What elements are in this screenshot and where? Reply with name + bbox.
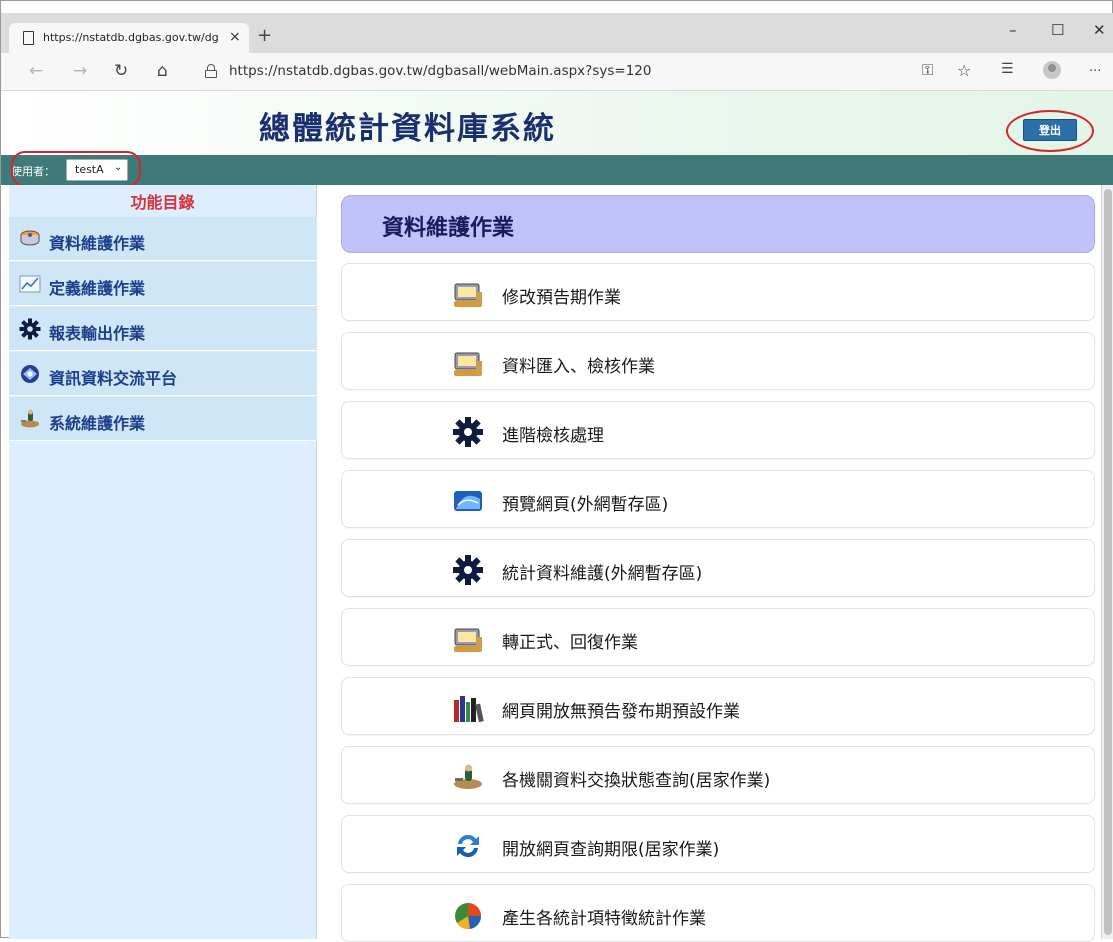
- logout-button[interactable]: 登出: [1023, 119, 1077, 141]
- database-icon: [20, 230, 40, 246]
- exchange-icon: [454, 764, 482, 789]
- scrollbar-thumb[interactable]: [1104, 189, 1112, 935]
- page-icon: [23, 31, 34, 45]
- tab-close-icon[interactable]: ×: [229, 29, 241, 45]
- browser-window: https://nstatdb.dgbas.gov.tw/dg × + – ☐ …: [0, 0, 1113, 942]
- menu-item-label: 產生各統計項特徵統計作業: [502, 909, 706, 929]
- sidebar-item-label: 定義維護作業: [49, 279, 146, 298]
- line-chart-icon: [19, 275, 41, 293]
- menu-item-advanced-check[interactable]: 進階檢核處理: [341, 401, 1095, 459]
- page-title: 總體統計資料庫系統: [259, 111, 556, 147]
- address-bar: ← → ↻ ⌂ https://nstatdb.dgbas.gov.tw/dgb…: [1, 53, 1113, 91]
- computer-icon: [454, 352, 482, 376]
- sidebar-item-label: 資訊資料交流平台: [49, 369, 178, 388]
- user-bar: 使用者： testA ⌄: [1, 155, 1113, 185]
- menu-item-exchange-status-query[interactable]: 各機關資料交換狀態查詢(居家作業): [341, 746, 1095, 804]
- minimize-icon[interactable]: –: [1009, 21, 1017, 39]
- menu-item-generate-feature-stats[interactable]: 產生各統計項特徵統計作業: [341, 884, 1095, 942]
- user-label: 使用者：: [11, 165, 55, 178]
- user-select[interactable]: testA ⌄: [66, 159, 128, 181]
- url-field[interactable]: https://nstatdb.dgbas.gov.tw/dgbasall/we…: [229, 63, 651, 79]
- menu-item-data-import-check[interactable]: 資料匯入、檢核作業: [341, 332, 1095, 390]
- back-icon[interactable]: ←: [29, 61, 43, 81]
- menu-item-label: 預覽網頁(外網暫存區): [502, 495, 669, 515]
- menu-item-preview-web[interactable]: 預覽網頁(外網暫存區): [341, 470, 1095, 528]
- home-icon[interactable]: ⌂: [157, 61, 168, 81]
- sidebar-item-label: 報表輸出作業: [49, 324, 146, 343]
- maximize-icon[interactable]: ☐: [1051, 21, 1064, 39]
- user-select-value: testA: [75, 163, 104, 176]
- sidebar-item-label: 系統維護作業: [49, 414, 146, 433]
- menu-item-label: 開放網頁查詢期限(居家作業): [502, 840, 720, 860]
- gear-icon: [453, 555, 483, 585]
- menu-item-open-query-period[interactable]: 開放網頁查詢期限(居家作業): [341, 815, 1095, 873]
- sidebar-item-info-exchange[interactable]: 資訊資料交流平台: [9, 352, 317, 396]
- menu-item-label: 網頁開放無預告發布期預設作業: [502, 702, 740, 722]
- favorite-star-icon[interactable]: ☆: [957, 61, 971, 80]
- vertical-scrollbar[interactable]: [1101, 185, 1113, 939]
- menu-item-formalize-restore[interactable]: 轉正式、回復作業: [341, 608, 1095, 666]
- chevron-down-icon: ⌄: [114, 162, 123, 173]
- forward-icon[interactable]: →: [73, 61, 87, 81]
- section-title: 資料維護作業: [382, 216, 515, 241]
- sidebar-item-report-output[interactable]: 報表輸出作業: [9, 307, 317, 351]
- exchange-icon: [21, 365, 39, 383]
- more-icon[interactable]: ···: [1089, 64, 1101, 79]
- sidebar-item-data-maintenance[interactable]: 資料維護作業: [9, 217, 317, 261]
- browser-tab[interactable]: https://nstatdb.dgbas.gov.tw/dg ×: [9, 23, 249, 53]
- computer-icon: [454, 283, 482, 307]
- menu-item-label: 資料匯入、檢核作業: [502, 357, 655, 377]
- refresh-icon: [457, 834, 479, 858]
- app-header: 總體統計資料庫系統 登出: [1, 91, 1113, 155]
- main-content: 資料維護作業 修改預告期作業 資料匯入、檢核作業 進階檢核處理 預覽網頁(外網暫…: [317, 185, 1101, 942]
- gear-icon: [19, 318, 41, 340]
- refresh-icon[interactable]: ↻: [114, 61, 128, 81]
- sidebar: 功能目錄 資料維護作業 定義維護作業 報表輸出作業 資訊資料交流平台 系統維護作…: [9, 185, 317, 939]
- books-icon: [454, 696, 484, 723]
- section-header: 資料維護作業: [341, 195, 1095, 253]
- lock-icon: [205, 64, 217, 78]
- gear-icon: [453, 417, 483, 447]
- tools-icon: [21, 409, 39, 428]
- preview-icon: [454, 491, 482, 511]
- menu-item-label: 各機關資料交換狀態查詢(居家作業): [502, 771, 771, 791]
- sidebar-item-label: 資料維護作業: [49, 234, 146, 253]
- key-icon[interactable]: ⚿: [922, 61, 933, 79]
- profile-avatar-icon[interactable]: [1043, 61, 1061, 79]
- new-tab-icon[interactable]: +: [257, 25, 272, 46]
- tab-title: https://nstatdb.dgbas.gov.tw/dg: [43, 31, 219, 44]
- favorites-icon[interactable]: ☰: [1001, 61, 1014, 77]
- menu-item-default-release-period[interactable]: 網頁開放無預告發布期預設作業: [341, 677, 1095, 735]
- sidebar-heading: 功能目錄: [130, 193, 195, 212]
- menu-item-stat-data-maintenance[interactable]: 統計資料維護(外網暫存區): [341, 539, 1095, 597]
- menu-item-label: 轉正式、回復作業: [502, 633, 638, 653]
- menu-item-modify-notice-period[interactable]: 修改預告期作業: [341, 263, 1095, 321]
- sidebar-item-system-maintenance[interactable]: 系統維護作業: [9, 397, 317, 441]
- close-window-icon[interactable]: ✕: [1093, 21, 1106, 39]
- sidebar-item-definition-maintenance[interactable]: 定義維護作業: [9, 262, 317, 306]
- menu-item-label: 修改預告期作業: [502, 288, 621, 308]
- tab-strip: https://nstatdb.dgbas.gov.tw/dg × + – ☐ …: [1, 13, 1113, 53]
- menu-item-label: 進階檢核處理: [502, 426, 604, 446]
- pie-chart-icon: [455, 903, 482, 930]
- menu-item-label: 統計資料維護(外網暫存區): [502, 564, 703, 584]
- computer-icon: [454, 628, 482, 652]
